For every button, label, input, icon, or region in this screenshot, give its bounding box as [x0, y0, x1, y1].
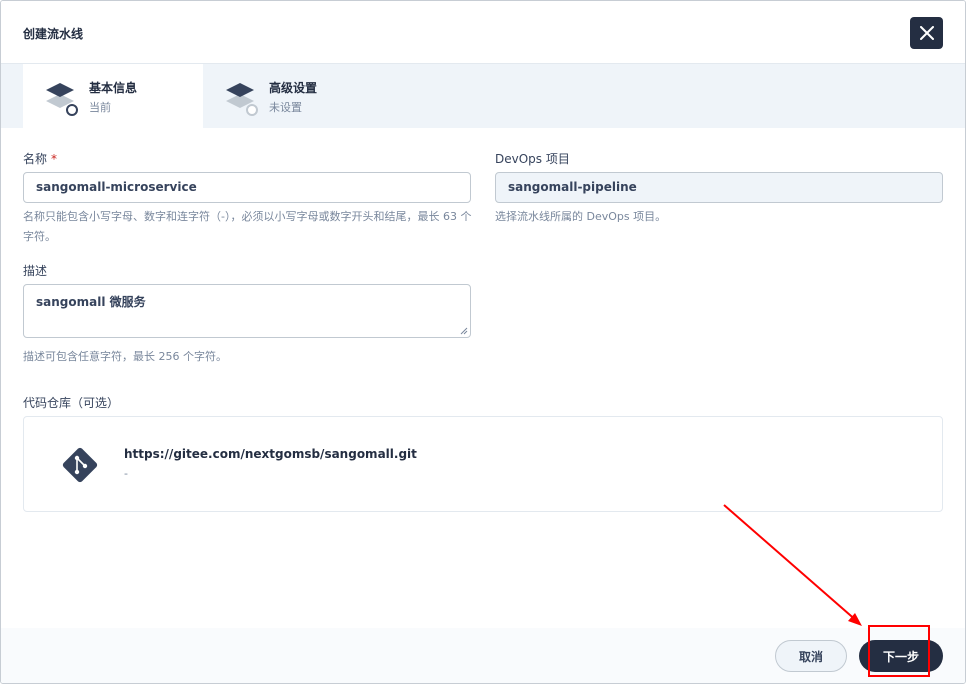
required-mark: *	[51, 152, 58, 166]
description-help-text: 描述可包含任意字符，最长 256 个字符。	[23, 350, 227, 363]
resize-grip-icon[interactable]	[460, 327, 468, 335]
form-body: 名称 * sangomall-microservice 名称只能包含小写字母、数字…	[1, 128, 965, 628]
step-title: 基本信息	[89, 81, 138, 95]
dialog-title: 创建流水线	[23, 27, 84, 41]
dialog-footer: 取消 下一步	[1, 628, 965, 683]
repo-label: 代码仓库（可选）	[23, 396, 120, 410]
code-repository-card[interactable]: https://gitee.com/nextgomsb/sangomall.gi…	[23, 416, 943, 512]
name-label: 名称 *	[23, 152, 58, 166]
close-button[interactable]	[910, 17, 943, 49]
step-status: 当前	[89, 101, 111, 114]
layers-icon	[46, 83, 78, 116]
project-input: sangomall-pipeline	[495, 172, 943, 203]
project-help-text: 选择流水线所属的 DevOps 项目。	[495, 210, 667, 223]
description-textarea[interactable]: sangomall 微服务	[23, 284, 471, 338]
name-input[interactable]: sangomall-microservice	[23, 172, 471, 203]
name-help-text: 名称只能包含小写字母、数字和连字符（-），必须以小写字母或数字开头和结尾，最长 …	[23, 210, 472, 243]
create-pipeline-dialog: 创建流水线 基本信息 当前 高级设置 未设置 名称 * sangomall-mi…	[0, 0, 966, 684]
cancel-button[interactable]: 取消	[775, 640, 847, 672]
step-advanced-settings[interactable]: 高级设置 未设置	[203, 64, 383, 129]
close-icon	[919, 26, 934, 40]
description-value: sangomall 微服务	[36, 295, 146, 309]
step-title: 高级设置	[269, 81, 318, 95]
layers-icon	[226, 83, 258, 116]
step-tabs: 基本信息 当前 高级设置 未设置	[1, 63, 965, 129]
dialog-header: 创建流水线	[1, 1, 965, 63]
git-icon	[62, 447, 98, 483]
repo-url: https://gitee.com/nextgomsb/sangomall.gi…	[124, 447, 417, 461]
next-step-button[interactable]: 下一步	[859, 640, 943, 672]
step-status: 未设置	[269, 101, 302, 114]
step-basic-info[interactable]: 基本信息 当前	[23, 64, 203, 129]
project-label: DevOps 项目	[495, 152, 570, 166]
description-label: 描述	[23, 264, 48, 278]
repo-description: -	[124, 467, 128, 480]
